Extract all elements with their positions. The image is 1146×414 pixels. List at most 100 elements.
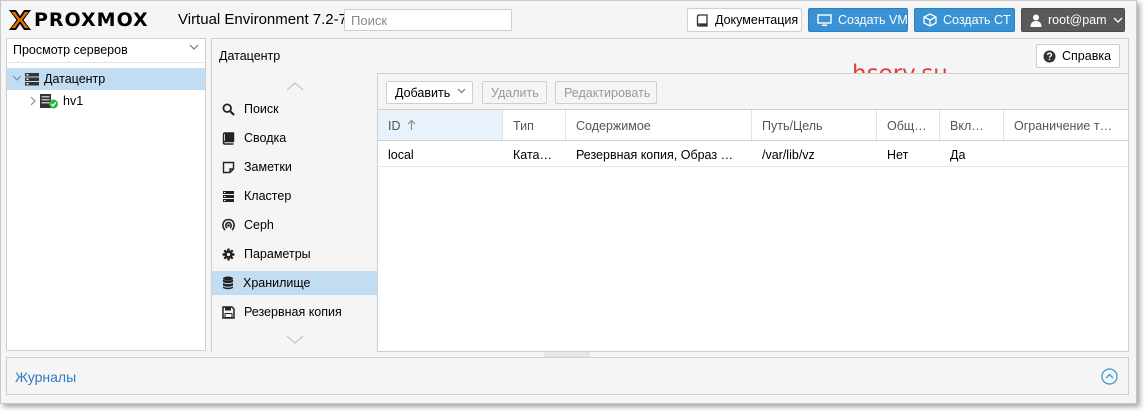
- cell-shared: Нет: [887, 148, 909, 162]
- column-header-path[interactable]: Путь/Цель: [752, 110, 877, 140]
- datacenter-icon: [25, 73, 39, 86]
- column-header-label: Содержимое: [576, 119, 651, 133]
- gear-icon: [222, 248, 235, 260]
- app-window: PROXMOX Virtual Environment 7.2-7 Докуме…: [0, 0, 1137, 404]
- nav-item-ceph[interactable]: Ceph: [212, 213, 377, 237]
- cell-id: local: [388, 148, 414, 162]
- node-online-icon: [40, 94, 58, 109]
- expand-panel-icon[interactable]: [1101, 368, 1118, 385]
- storage-grid-panel: Добавить Удалить Редактировать ID Тип Со…: [377, 73, 1129, 352]
- book-icon: [696, 13, 708, 27]
- column-header-label: Общ…: [887, 119, 927, 133]
- column-header-type[interactable]: Тип: [503, 110, 566, 140]
- desktop-icon: [817, 13, 832, 26]
- nav-item-notes[interactable]: Заметки: [212, 155, 377, 179]
- documentation-label: Документация: [715, 13, 799, 27]
- node-label: hv1: [63, 94, 84, 108]
- create-ct-label: Создать CT: [943, 13, 1011, 27]
- chevron-down-icon: [189, 44, 199, 50]
- column-header-label: ID: [388, 119, 401, 133]
- column-header-content[interactable]: Содержимое: [566, 110, 752, 140]
- add-button[interactable]: Добавить: [386, 81, 473, 104]
- chevron-down-icon: [1113, 17, 1123, 23]
- nav-item-label: Сводка: [244, 131, 287, 145]
- database-icon: [223, 276, 233, 290]
- search-icon: [222, 102, 235, 116]
- column-header-label: Путь/Цель: [762, 119, 823, 133]
- nav-item-label: Поиск: [244, 102, 279, 116]
- delete-button[interactable]: Удалить: [482, 81, 547, 104]
- expand-arrow-icon[interactable]: [12, 75, 22, 83]
- cell-bandwidth-limit: [1004, 141, 1128, 166]
- column-header-bandwidth-limit[interactable]: Ограничение т…: [1004, 110, 1128, 140]
- nav-item-label: Заметки: [244, 160, 292, 174]
- create-vm-label: Создать VM: [838, 13, 908, 27]
- tree-item-datacenter[interactable]: Датацентр: [7, 68, 205, 90]
- collapse-arrow-icon[interactable]: [29, 96, 37, 106]
- proxmox-x-icon: [9, 10, 31, 30]
- nav-item-label: Кластер: [244, 189, 292, 203]
- nav-item-label: Параметры: [244, 247, 311, 261]
- chevron-down-icon: [457, 88, 466, 94]
- log-panel: Журналы: [6, 357, 1129, 395]
- cell-enabled: Да: [950, 148, 966, 162]
- column-header-label: Ограничение т…: [1014, 119, 1113, 133]
- user-label: root@pam: [1048, 13, 1107, 27]
- floppy-icon: [222, 305, 235, 319]
- note-icon: [222, 161, 235, 173]
- column-header-shared[interactable]: Общ…: [877, 110, 940, 140]
- column-header-enabled[interactable]: Вкл…: [940, 110, 1004, 140]
- column-header-id[interactable]: ID: [378, 110, 503, 140]
- version-label: Virtual Environment 7.2-7: [178, 11, 347, 28]
- create-ct-button[interactable]: Создать CT: [914, 8, 1015, 32]
- nav-item-search[interactable]: Поиск: [212, 97, 377, 121]
- edit-button-label: Редактировать: [564, 85, 651, 100]
- resource-tree-panel: Просмотр серверов Датацентр hv1: [6, 38, 206, 351]
- help-button[interactable]: Справка: [1036, 44, 1120, 68]
- nav-item-backup[interactable]: Резервная копия: [212, 300, 377, 324]
- nav-item-summary[interactable]: Сводка: [212, 126, 377, 150]
- scroll-down-icon[interactable]: [286, 335, 304, 345]
- grid-header: ID Тип Содержимое Путь/Цель Общ… Вкл… Ог…: [378, 110, 1128, 141]
- view-selector-label: Просмотр серверов: [13, 43, 128, 57]
- nav-item-cluster[interactable]: Кластер: [212, 184, 377, 208]
- top-bar: PROXMOX Virtual Environment 7.2-7 Докуме…: [1, 1, 1136, 37]
- cube-icon: [923, 13, 937, 27]
- scroll-up-icon[interactable]: [286, 81, 304, 91]
- cell-type: Ката…: [513, 148, 552, 162]
- column-header-label: Вкл…: [950, 119, 984, 133]
- edit-button[interactable]: Редактировать: [555, 81, 657, 104]
- nav-item-label: Ceph: [244, 218, 274, 232]
- help-label: Справка: [1062, 49, 1112, 63]
- server-icon: [223, 190, 234, 202]
- storage-toolbar: Добавить Удалить Редактировать: [378, 74, 1128, 110]
- log-panel-title[interactable]: Журналы: [15, 369, 76, 385]
- nav-item-storage[interactable]: Хранилище: [212, 271, 377, 295]
- content-header: Датацентр Справка: [211, 38, 1129, 73]
- add-button-label: Добавить: [395, 85, 451, 100]
- ceph-icon: [222, 218, 235, 231]
- delete-button-label: Удалить: [491, 85, 539, 100]
- nav-item-label: Хранилище: [243, 276, 311, 290]
- search-input[interactable]: [344, 9, 512, 31]
- nav-item-options[interactable]: Параметры: [212, 242, 377, 266]
- book-icon: [222, 131, 235, 145]
- nav-item-label: Резервная копия: [244, 305, 342, 319]
- column-header-label: Тип: [513, 119, 534, 133]
- logo-text: PROXMOX: [34, 9, 149, 31]
- question-circle-icon: [1043, 50, 1056, 62]
- cell-content: Резервная копия, Образ …: [576, 148, 734, 162]
- documentation-button[interactable]: Документация: [687, 8, 802, 32]
- view-selector[interactable]: Просмотр серверов: [7, 39, 205, 63]
- datacenter-label: Датацентр: [44, 72, 106, 86]
- page-title: Датацентр: [219, 49, 281, 63]
- cell-path: /var/lib/vz: [762, 148, 815, 162]
- user-menu-button[interactable]: root@pam: [1021, 8, 1125, 32]
- datacenter-nav-menu: Поиск Сводка Заметки Кластер Ceph Параме…: [211, 73, 377, 352]
- tree-item-node[interactable]: hv1: [7, 90, 205, 112]
- table-row[interactable]: local Ката… Резервная копия, Образ … /va…: [378, 141, 1128, 167]
- user-icon: [1030, 14, 1042, 27]
- sort-ascending-icon: [407, 119, 416, 130]
- proxmox-logo[interactable]: PROXMOX: [7, 8, 149, 32]
- create-vm-button[interactable]: Создать VM: [808, 8, 908, 32]
